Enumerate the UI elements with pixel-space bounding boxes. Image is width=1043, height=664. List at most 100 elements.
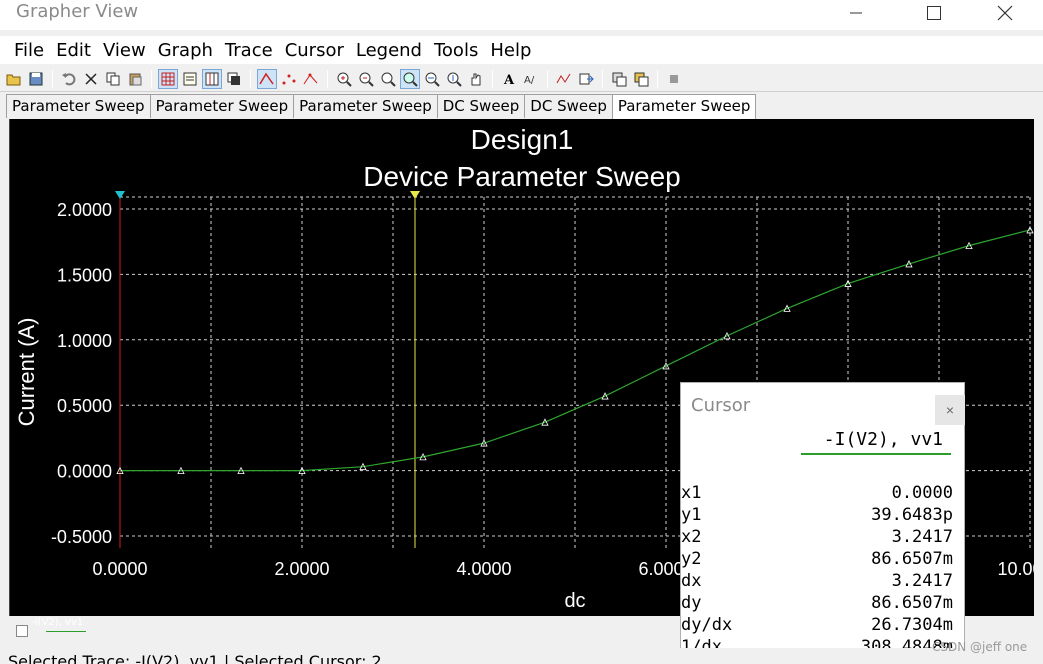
cursor-row-value: 0.0000 xyxy=(891,483,953,503)
close-icon: × xyxy=(945,402,955,418)
zoom-area-icon[interactable] xyxy=(400,68,420,89)
legend-entry: -I(V2), vv1 xyxy=(31,617,84,628)
cursor-row-value: 3.2417 xyxy=(891,571,953,591)
maximize-button[interactable] xyxy=(906,0,962,26)
cursor-row-label: dy/dx xyxy=(681,615,733,635)
minimize-button[interactable] xyxy=(828,0,884,26)
cursor-row-dx: dx 3.2417 xyxy=(681,571,953,593)
y-tick-label: 0.0000 xyxy=(57,462,112,482)
menu-bar: File Edit View Graph Trace Cursor Legend… xyxy=(0,36,1043,64)
cursor-row-label: dx xyxy=(681,571,702,591)
close-button[interactable] xyxy=(977,0,1033,26)
status-text: Selected Trace: -I(V2), vv1 | Selected C… xyxy=(8,652,382,664)
text-icon[interactable]: A xyxy=(499,69,519,89)
cursor-row-label: dy xyxy=(681,593,702,613)
cursor-row-label: y1 xyxy=(681,505,702,525)
cursor-row-dy: dy 86.6507m xyxy=(681,593,953,615)
toolbar-separator xyxy=(151,69,152,88)
toolbar-separator xyxy=(250,69,251,88)
legend-icon[interactable] xyxy=(180,69,200,89)
menu-edit[interactable]: Edit xyxy=(50,40,97,61)
cursor-row-y1: y1 39.6483p xyxy=(681,505,953,527)
tab-parameter-sweep-0[interactable]: Parameter Sweep xyxy=(6,94,151,118)
cursor-row-value: 86.6507m xyxy=(871,549,953,569)
cursor-values-table: x1 0.0000 y1 39.6483p x2 3.2417 y2 86.6507m dx 3.… xyxy=(681,483,953,659)
tab-parameter-sweep-5[interactable]: Parameter Sweep xyxy=(611,94,757,120)
stop-icon[interactable] xyxy=(664,69,684,89)
title-bar: Grapher View xyxy=(0,0,1043,30)
legend-checkbox[interactable] xyxy=(16,625,28,637)
cursor-row-value: 86.6507m xyxy=(871,593,953,613)
overlay-icon[interactable] xyxy=(224,69,244,89)
menu-help[interactable]: Help xyxy=(484,40,537,61)
legend-line-sample xyxy=(46,631,86,632)
zoom-y-icon[interactable] xyxy=(444,69,464,89)
minimize-icon xyxy=(850,12,862,14)
y-tick-label: 1.0000 xyxy=(57,331,112,351)
toolbar-separator xyxy=(327,69,328,88)
window-title: Grapher View xyxy=(16,1,139,22)
x-tick-label: 2.0000 xyxy=(274,559,329,579)
tab-parameter-sweep-3[interactable]: DC Sweep xyxy=(436,94,526,118)
grid-icon[interactable] xyxy=(158,68,178,89)
zoom-out-icon[interactable] xyxy=(356,69,376,89)
result-tabs: Parameter Sweep Parameter Sweep Parameter … xyxy=(6,94,757,120)
legend[interactable]: -I(V2), vv1 xyxy=(16,617,86,637)
y-tick-label: 2.0000 xyxy=(57,200,112,220)
menu-trace[interactable]: Trace xyxy=(219,40,279,61)
menu-legend[interactable]: Legend xyxy=(350,40,428,61)
cursor-toggle-icon[interactable] xyxy=(202,68,222,89)
x-tick-label: 10.0000 xyxy=(997,559,1034,579)
y-tick-label: -0.5000 xyxy=(51,527,112,547)
cursor-row-x1: x1 0.0000 xyxy=(681,483,953,505)
tab-parameter-sweep-1[interactable]: Parameter Sweep xyxy=(149,94,295,118)
watermark: CSDN @jeff one xyxy=(932,640,1028,654)
zoom-x-icon[interactable] xyxy=(422,69,442,89)
menu-view[interactable]: View xyxy=(97,40,152,61)
copy-bitmap-icon[interactable] xyxy=(631,69,651,89)
cursor-close-button[interactable]: × xyxy=(935,395,965,425)
maximize-icon xyxy=(927,6,941,20)
toolbar: A A/ xyxy=(0,66,1043,92)
zoom-fit-icon[interactable] xyxy=(378,69,398,89)
cursor-trace-header: -I(V2), vv1 xyxy=(823,429,943,450)
chart-title: Design1 xyxy=(471,124,574,155)
cursor-row-value: 3.2417 xyxy=(891,527,953,547)
close-icon xyxy=(997,5,1013,21)
cursor-handle-1 xyxy=(115,191,125,199)
open-icon[interactable] xyxy=(4,69,24,89)
svg-text:A: A xyxy=(503,73,515,87)
toolbar-separator xyxy=(52,69,53,88)
pan-icon[interactable] xyxy=(466,69,486,89)
menu-cursor[interactable]: Cursor xyxy=(279,40,350,61)
menu-tools[interactable]: Tools xyxy=(428,40,484,61)
menu-file[interactable]: File xyxy=(8,40,50,61)
toolbar-separator xyxy=(657,69,658,88)
toolbar-separator xyxy=(492,69,493,88)
font-icon[interactable]: A/ xyxy=(521,69,541,89)
cursor-row-label: x1 xyxy=(681,483,702,503)
zoom-in-icon[interactable] xyxy=(334,69,354,89)
line-marker-icon[interactable] xyxy=(301,69,321,89)
trace-icon[interactable] xyxy=(554,69,574,89)
undo-icon[interactable] xyxy=(59,69,79,89)
paste-icon[interactable] xyxy=(125,69,145,89)
tab-parameter-sweep-2[interactable]: Parameter Sweep xyxy=(293,94,438,118)
copy-icon[interactable] xyxy=(103,69,123,89)
cursor-handle-2 xyxy=(409,191,420,199)
menu-graph[interactable]: Graph xyxy=(152,40,219,61)
cut-icon[interactable] xyxy=(81,69,101,89)
tab-parameter-sweep-4[interactable]: DC Sweep xyxy=(524,94,613,118)
cursor-row-x2: x2 3.2417 xyxy=(681,527,953,549)
x-tick-label: 4.0000 xyxy=(456,559,511,579)
export-icon[interactable] xyxy=(576,69,596,89)
copy-graph-icon[interactable] xyxy=(609,69,629,89)
cursor-row-dy-per-dx: dy/dx 26.7304m xyxy=(681,615,953,637)
y-tick-label: 0.5000 xyxy=(57,396,112,416)
cursor-panel[interactable]: Cursor × -I(V2), vv1 x1 0.0000 y1 39.6483p x… xyxy=(680,382,965,664)
scatter-icon[interactable] xyxy=(279,69,299,89)
line-plot-icon[interactable] xyxy=(257,68,277,89)
toolbar-separator xyxy=(602,69,603,88)
save-icon[interactable] xyxy=(26,69,46,89)
status-bar: Selected Trace: -I(V2), vv1 | Selected C… xyxy=(0,648,1043,664)
